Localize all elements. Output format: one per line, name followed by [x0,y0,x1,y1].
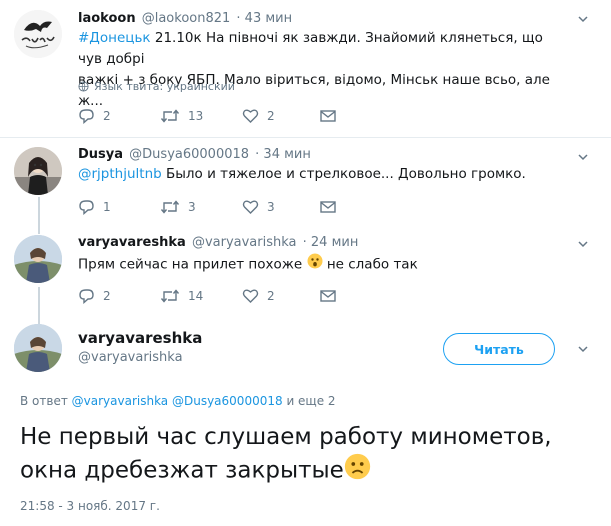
reply-button[interactable]: 1 [78,197,111,217]
retweet-button[interactable]: 3 [160,197,196,217]
avatar[interactable] [14,147,62,195]
message-icon [320,290,336,302]
reply-button[interactable]: 2 [78,106,111,126]
avatar[interactable] [14,10,62,58]
reply-count: 2 [103,289,111,303]
tweet-timestamp[interactable]: 21:58 - 3 нояб. 2017 г. [20,499,160,513]
like-count: 2 [267,109,275,123]
like-count: 2 [267,289,275,303]
author-name[interactable]: Dusya [78,147,123,162]
main-author-handle[interactable]: @varyavarishka [78,350,183,365]
tweet-text: Прям сейчас на прилет похоже [78,256,307,273]
tweet-time[interactable]: · 43 мин [236,11,292,26]
tweet-1[interactable]: laokoon @laokoon821 · 43 мин #Донецьк 2 1… [0,0,611,137]
retweet-count: 13 [188,109,204,123]
tweet-2[interactable]: Dusya @Dusya60000018 · 34 мин @rjpthjult… [0,138,611,222]
retweet-icon [160,109,180,123]
like-button[interactable]: 2 [242,286,275,306]
tweet-3[interactable]: varyavareshka @varyavarishka · 24 мин Пр… [0,222,611,310]
globe-icon [78,81,89,92]
main-tweet-line2: окна дребезжат закрытые [20,457,344,484]
author-handle[interactable]: @Dusya60000018 [129,147,249,162]
retweet-count: 3 [188,200,196,214]
like-button[interactable]: 3 [242,197,275,217]
thread-line [38,222,40,234]
thread-line [38,197,40,222]
like-icon [242,289,259,303]
like-icon [242,200,259,214]
thread-line [38,287,40,310]
chevron-down-icon[interactable] [577,151,589,163]
tweet-time[interactable]: · 24 мин [303,235,359,250]
reply-icon [79,289,94,304]
tweet-time[interactable]: · 34 мин [255,147,311,162]
message-button[interactable] [320,197,336,217]
main-tweet-text: Не первый час слушаем работу минометов, … [20,421,600,489]
chevron-down-icon[interactable] [577,238,589,250]
avatar[interactable] [14,324,62,372]
message-button[interactable] [320,286,336,306]
like-icon [242,109,259,123]
reply-suffix[interactable]: и еще 2 [283,394,335,408]
reply-count: 1 [103,200,111,214]
retweet-button[interactable]: 13 [160,106,203,126]
reply-prefix: В ответ [20,394,72,408]
retweet-icon [160,200,180,214]
tweet-text-end: не слабо так [322,256,418,273]
retweet-count: 14 [188,289,204,303]
author-name[interactable]: varyavareshka [78,235,186,250]
thread-line [38,310,40,324]
tweet-language: Язык твита: украинский [94,80,235,93]
mention-link[interactable]: @rjpthjultnb [78,166,162,182]
author-name[interactable]: laokoon [78,11,136,26]
retweet-button[interactable]: 14 [160,286,203,306]
reply-icon [79,200,94,215]
hashtag-link[interactable]: #Донецьк [78,30,151,46]
author-handle[interactable]: @varyavarishka [192,235,297,250]
main-author-name[interactable]: varyavareshka [78,329,202,347]
reply-button[interactable]: 2 [78,286,111,306]
like-button[interactable]: 2 [242,106,275,126]
message-button[interactable] [320,106,336,126]
like-count: 3 [267,200,275,214]
reply-context: В ответ @varyavarishka @Dusya60000018 и … [20,394,336,408]
message-icon [320,201,336,213]
tweet-text: Было и тяжелое и стрелковое... Довольно … [161,166,526,182]
chevron-down-icon[interactable] [577,13,589,25]
frowning-emoji-icon [344,453,371,489]
message-icon [320,110,336,122]
retweet-icon [160,289,180,303]
author-handle[interactable]: @laokoon821 [142,11,231,26]
reply-user-link[interactable]: @Dusya60000018 [172,394,283,408]
follow-button[interactable]: Читать [443,333,555,365]
avatar[interactable] [14,235,62,283]
reply-count: 2 [103,109,111,123]
main-tweet-line1: Не первый час слушаем работу минометов, [20,424,552,450]
reply-icon [79,109,94,124]
surprised-emoji-icon [307,253,323,276]
chevron-down-icon[interactable] [577,343,589,355]
reply-user-link[interactable]: @varyavarishka [72,394,169,408]
